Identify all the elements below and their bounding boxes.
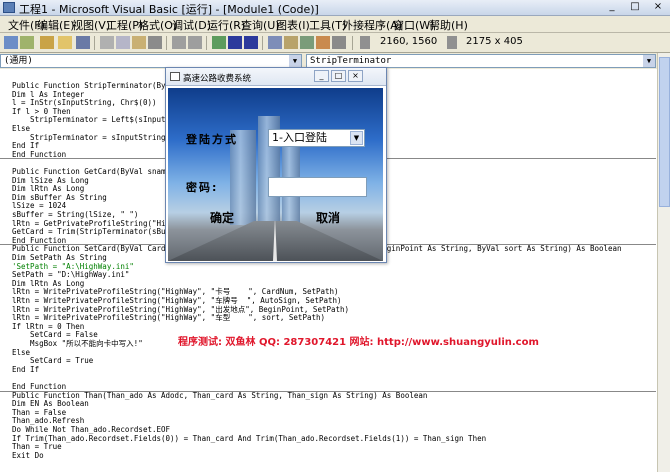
cancel-button[interactable]: 取消 bbox=[302, 207, 354, 227]
object-combo-value: (通用) bbox=[4, 56, 33, 66]
close-button[interactable]: × bbox=[647, 1, 669, 14]
login-method-label: 登陆方式 bbox=[186, 133, 238, 146]
save-project-icon[interactable] bbox=[76, 36, 90, 49]
copy-icon[interactable] bbox=[116, 36, 130, 49]
menu-editor-icon[interactable] bbox=[40, 36, 54, 49]
login-method-select[interactable]: 1-入口登陆 ▼ bbox=[268, 129, 365, 147]
menu-run[interactable]: 运行(R) bbox=[207, 17, 245, 33]
code-line[interactable]: MsgBox "所以不能向卡中写入!" bbox=[12, 339, 143, 349]
ok-button[interactable]: 确定 bbox=[196, 207, 248, 227]
cut-icon[interactable] bbox=[100, 36, 114, 49]
code-line[interactable]: End If bbox=[12, 365, 39, 375]
open-project-icon[interactable] bbox=[58, 36, 72, 49]
dialog-maximize-button[interactable]: □ bbox=[331, 70, 346, 82]
form-layout-icon[interactable] bbox=[300, 36, 314, 49]
chevron-down-icon[interactable]: ▼ bbox=[643, 55, 655, 67]
password-input[interactable] bbox=[268, 177, 367, 197]
vb-app-icon bbox=[3, 2, 15, 13]
toll-login-dialog: 高速公路收费系统 _ □ × 登陆方式 1-入口登陆 ▼ 密码: 确定 取消 bbox=[165, 67, 387, 263]
window-title: 工程1 - Microsoft Visual Basic [运行] - [Mod… bbox=[19, 3, 319, 16]
dialog-background: 登陆方式 1-入口登陆 ▼ 密码: 确定 取消 bbox=[168, 88, 383, 261]
object-combo[interactable]: (通用) ▼ bbox=[0, 54, 302, 68]
toolbar-separator bbox=[166, 36, 167, 50]
menu-diagram[interactable]: 图表(I) bbox=[276, 17, 310, 33]
dialog-title: 高速公路收费系统 bbox=[183, 74, 252, 84]
paste-icon[interactable] bbox=[132, 36, 146, 49]
menu-help[interactable]: 帮助(H) bbox=[429, 17, 468, 33]
chevron-down-icon[interactable]: ▼ bbox=[289, 55, 301, 67]
menu-bar: 文件(F) 编辑(E) 视图(V) 工程(P) 格式(O) 调试(D) 运行(R… bbox=[0, 16, 670, 33]
add-form-icon[interactable] bbox=[20, 36, 34, 49]
chevron-down-icon[interactable]: ▼ bbox=[350, 131, 363, 145]
menu-edit[interactable]: 编辑(E) bbox=[37, 17, 75, 33]
position-readout: 2160, 1560 bbox=[380, 36, 438, 47]
size-icon bbox=[447, 36, 457, 49]
toolbar-separator bbox=[262, 36, 263, 50]
toolbar-separator bbox=[352, 36, 353, 50]
minimize-button[interactable]: _ bbox=[601, 1, 623, 14]
code-line[interactable]: Exit Do bbox=[12, 451, 44, 461]
properties-window-icon[interactable] bbox=[284, 36, 298, 49]
start-icon[interactable] bbox=[212, 36, 226, 49]
undo-icon[interactable] bbox=[172, 36, 186, 49]
standard-toolbar: 2160, 1560 2175 x 405 bbox=[0, 33, 670, 53]
object-browser-icon[interactable] bbox=[316, 36, 330, 49]
menu-query[interactable]: 查询(U) bbox=[241, 17, 280, 33]
procedure-combo[interactable]: StripTerminator ▼ bbox=[306, 54, 656, 68]
toolbox-icon[interactable] bbox=[332, 36, 346, 49]
size-readout: 2175 x 405 bbox=[466, 36, 523, 47]
break-icon[interactable] bbox=[228, 36, 242, 49]
scrollbar-thumb[interactable] bbox=[659, 57, 670, 207]
project-explorer-icon[interactable] bbox=[268, 36, 282, 49]
redo-icon[interactable] bbox=[188, 36, 202, 49]
end-icon[interactable] bbox=[244, 36, 258, 49]
dialog-close-button[interactable]: × bbox=[348, 70, 363, 82]
form-icon bbox=[170, 72, 180, 81]
code-line[interactable]: If Trim(Than_ado.Recordset.Fields(0)) = … bbox=[12, 434, 486, 444]
watermark-text: 程序测试: 双鱼林 QQ: 287307421 网站: http://www.s… bbox=[178, 337, 539, 348]
login-method-value: 1-入口登陆 bbox=[272, 131, 327, 144]
dialog-minimize-button[interactable]: _ bbox=[314, 70, 329, 82]
menu-debug[interactable]: 调试(D) bbox=[172, 17, 211, 33]
toolbar-separator bbox=[94, 36, 95, 50]
dialog-title-bar: 高速公路收费系统 _ □ × bbox=[166, 68, 386, 86]
menu-tools[interactable]: 工具(T) bbox=[309, 17, 346, 33]
toolbar-separator bbox=[206, 36, 207, 50]
position-icon bbox=[360, 36, 370, 49]
title-bar: 工程1 - Microsoft Visual Basic [运行] - [Mod… bbox=[0, 0, 670, 16]
vertical-scrollbar[interactable] bbox=[657, 53, 670, 472]
find-icon[interactable] bbox=[148, 36, 162, 49]
procedure-combo-value: StripTerminator bbox=[310, 56, 392, 66]
menu-view[interactable]: 视图(V) bbox=[72, 17, 110, 33]
add-project-icon[interactable] bbox=[4, 36, 18, 49]
password-label: 密码: bbox=[186, 181, 219, 194]
maximize-button[interactable]: □ bbox=[624, 1, 646, 14]
